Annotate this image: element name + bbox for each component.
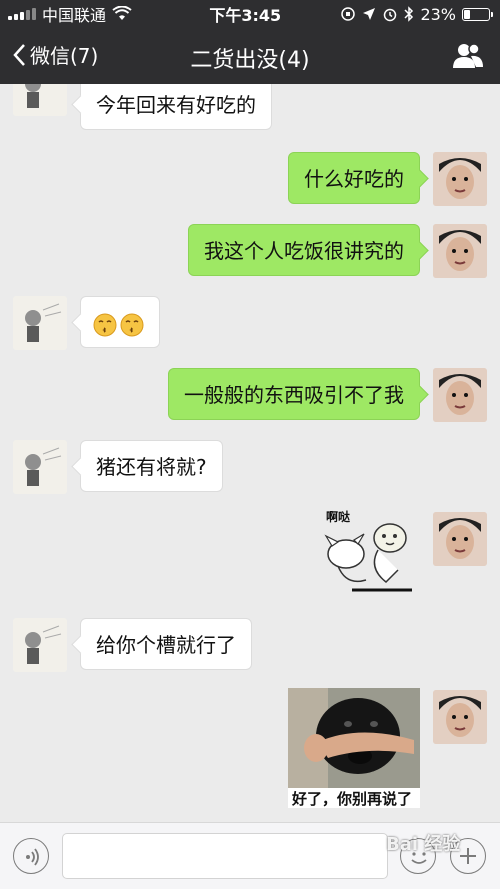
emoji-face-icon — [411, 852, 427, 864]
avatar[interactable] — [13, 296, 67, 350]
chat-title: 二货出没(4) — [190, 48, 310, 73]
chat-area[interactable]: 今年回来有好吃的 什么好吃的 我这个人吃饭很讲究的 一般般的东西吸引不了我 猪还… — [0, 84, 500, 822]
sticker-text: 啊哒 — [326, 510, 351, 524]
rotation-lock-icon — [341, 7, 356, 21]
sticker-image[interactable]: 啊哒 — [318, 510, 422, 602]
kissing-face-icon — [120, 313, 144, 336]
emoji-button[interactable] — [400, 838, 436, 874]
wifi-icon — [112, 6, 132, 20]
message-bubble[interactable]: 给你个槽就行了 — [80, 618, 252, 670]
avatar[interactable] — [433, 224, 487, 278]
sticker-image[interactable]: 好了，你别再说了 — [288, 688, 420, 808]
sticker-caption: 好了，你别再说了 — [292, 790, 413, 808]
more-button[interactable] — [450, 838, 486, 874]
message-bubble[interactable]: 我这个人吃饭很讲究的 — [188, 224, 420, 276]
message-bubble[interactable]: 猪还有将就? — [80, 440, 223, 492]
avatar[interactable] — [433, 690, 487, 744]
avatar[interactable] — [433, 152, 487, 206]
avatar[interactable] — [13, 440, 67, 494]
signal-icon — [8, 8, 36, 20]
avatar[interactable] — [13, 84, 67, 116]
message-bubble[interactable] — [80, 296, 160, 348]
voice-icon — [26, 848, 39, 866]
nav-bar: 微信(7) 二货出没(4) — [0, 28, 500, 84]
avatar[interactable] — [13, 618, 67, 672]
alarm-icon — [384, 8, 397, 22]
contacts-icon[interactable] — [452, 42, 484, 70]
status-bar: 中国联通 下午3:45 23% — [0, 0, 500, 28]
message-input[interactable] — [62, 833, 388, 879]
kissing-face-icon — [93, 313, 117, 336]
bluetooth-icon — [404, 6, 414, 22]
voice-button[interactable] — [13, 838, 49, 874]
clock: 下午3:45 — [209, 6, 282, 25]
message-bubble[interactable]: 今年回来有好吃的 — [80, 84, 272, 130]
battery-icon — [462, 7, 493, 21]
location-icon — [363, 8, 376, 20]
message-bubble[interactable]: 什么好吃的 — [288, 152, 420, 204]
input-bar — [0, 822, 500, 889]
message-bubble[interactable]: 一般般的东西吸引不了我 — [168, 368, 420, 420]
carrier-label: 中国联通 — [42, 6, 107, 25]
battery-percent: 23% — [420, 4, 456, 24]
avatar[interactable] — [433, 368, 487, 422]
avatar[interactable] — [433, 512, 487, 566]
plus-icon — [460, 848, 476, 864]
